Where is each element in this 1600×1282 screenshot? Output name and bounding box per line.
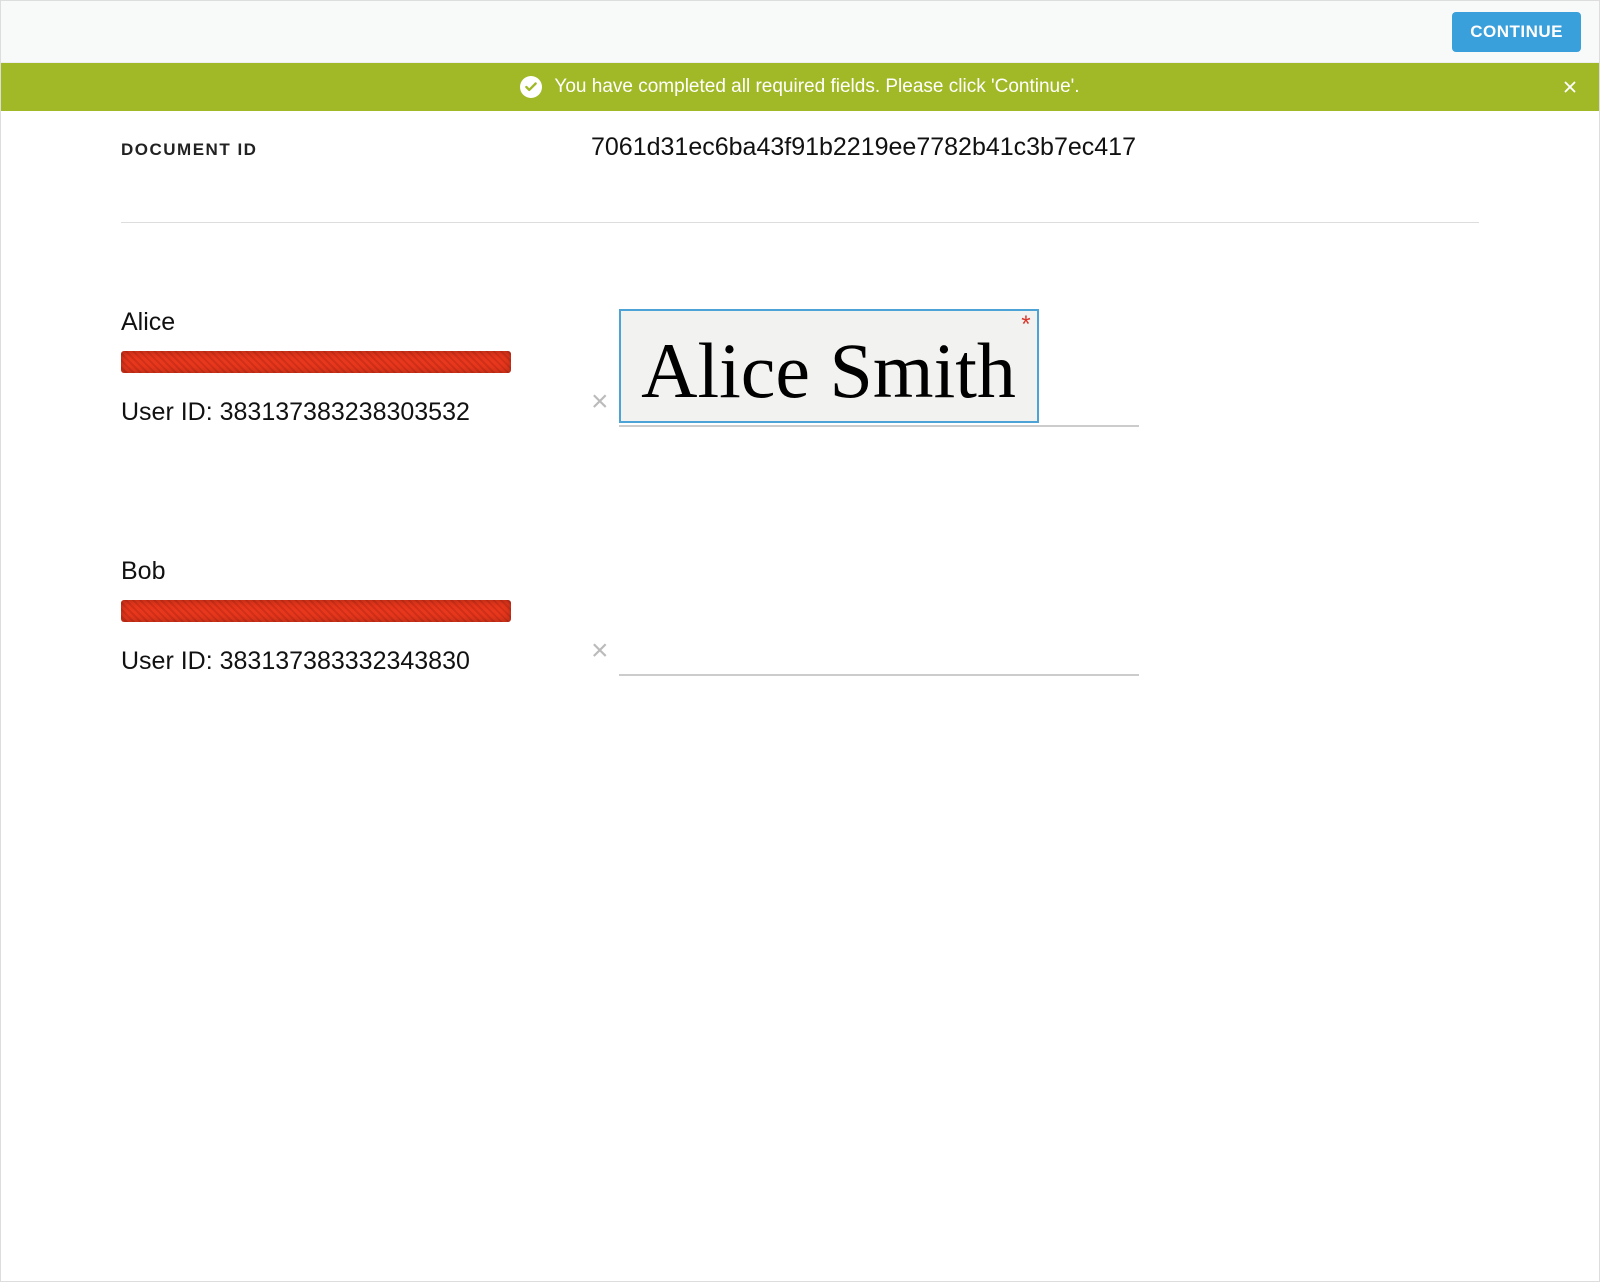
x-mark-icon: ×: [591, 634, 609, 668]
top-bar: CONTINUE: [1, 1, 1599, 63]
signer-block: Bob User ID: 383137383332343830 ×: [121, 557, 1479, 676]
signature-area: ×: [591, 557, 1479, 676]
check-circle-icon: [520, 76, 542, 98]
document-id-label: DOCUMENT ID: [121, 140, 591, 160]
signature-line-empty[interactable]: [619, 636, 1139, 676]
signer-name: Bob: [121, 557, 591, 586]
signature-text: Alice Smith: [641, 332, 1016, 410]
app-frame: CONTINUE You have completed all required…: [0, 0, 1600, 1282]
signature-field[interactable]: Alice Smith *: [619, 309, 1039, 423]
signature-line: Alice Smith *: [619, 309, 1139, 427]
redacted-email: [121, 600, 511, 622]
close-icon[interactable]: [1561, 78, 1579, 96]
success-banner: You have completed all required fields. …: [1, 63, 1599, 111]
document-id-value: 7061d31ec6ba43f91b2219ee7782b41c3b7ec417: [591, 133, 1136, 162]
x-mark-icon: ×: [591, 385, 609, 419]
signer-user-id: User ID: 383137383332343830: [121, 647, 591, 676]
signer-user-id: User ID: 383137383238303532: [121, 398, 591, 427]
banner-message: You have completed all required fields. …: [554, 76, 1079, 98]
signer-name: Alice: [121, 308, 591, 337]
required-asterisk-icon: *: [1021, 313, 1030, 337]
signer-block: Alice User ID: 383137383238303532 × Alic…: [121, 308, 1479, 427]
signer-info: Bob User ID: 383137383332343830: [121, 557, 591, 676]
content-area: DOCUMENT ID 7061d31ec6ba43f91b2219ee7782…: [1, 111, 1599, 676]
document-id-row: DOCUMENT ID 7061d31ec6ba43f91b2219ee7782…: [121, 133, 1479, 223]
signer-info: Alice User ID: 383137383238303532: [121, 308, 591, 427]
redacted-email: [121, 351, 511, 373]
signature-area: × Alice Smith *: [591, 308, 1479, 427]
continue-button[interactable]: CONTINUE: [1452, 12, 1581, 52]
